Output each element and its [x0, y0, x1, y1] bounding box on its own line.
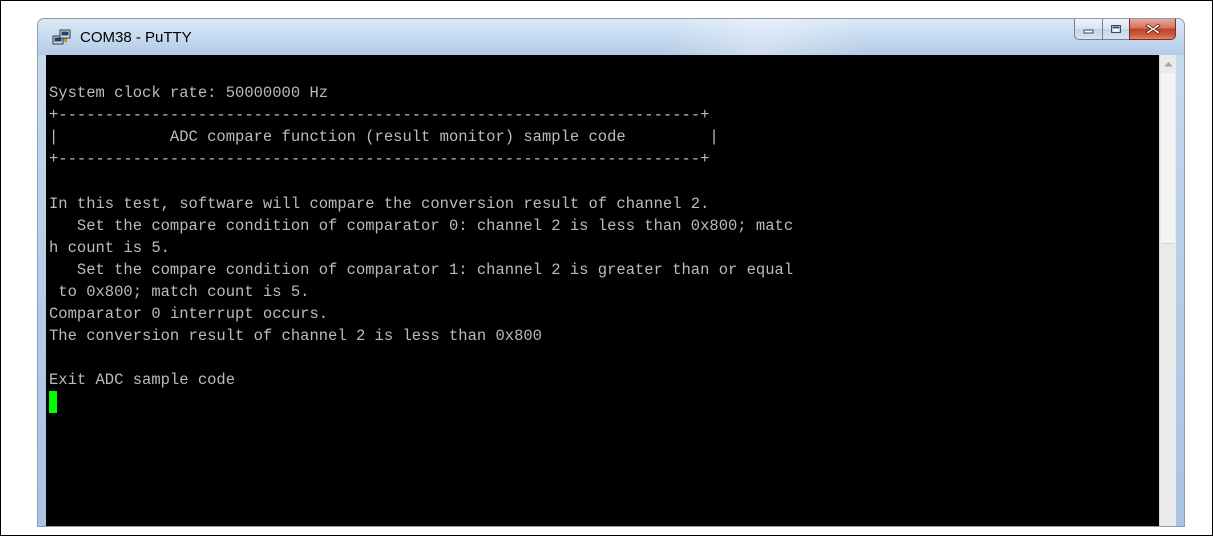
putty-window: COM38 - PuTTY System clock rate: 5000000…: [37, 18, 1185, 527]
terminal-line: In this test, software will compare the …: [49, 194, 710, 213]
terminal-line: to 0x800; match count is 5.: [49, 282, 310, 301]
terminal-line: | ADC compare function (result monitor) …: [49, 128, 719, 147]
terminal-line: The conversion result of channel 2 is le…: [49, 327, 542, 346]
maximize-icon: [1111, 25, 1121, 33]
vertical-scrollbar[interactable]: [1159, 55, 1176, 526]
maximize-button[interactable]: [1102, 19, 1129, 40]
terminal-line: Set the compare condition of comparator …: [49, 216, 794, 235]
client-area: System clock rate: 50000000 Hz +--------…: [46, 55, 1176, 526]
title-bar[interactable]: COM38 - PuTTY: [38, 19, 1184, 55]
terminal-cursor: [49, 391, 57, 414]
putty-icon: [52, 29, 71, 45]
terminal-line: +---------------------------------------…: [49, 106, 710, 125]
terminal-line: Exit ADC sample code: [49, 371, 236, 390]
close-button[interactable]: [1129, 19, 1176, 40]
terminal-line: +---------------------------------------…: [49, 150, 710, 169]
window-controls: [1074, 19, 1176, 41]
figure-frame: COM38 - PuTTY System clock rate: 5000000…: [0, 0, 1213, 536]
terminal-line: h count is 5.: [49, 238, 170, 257]
terminal-line: Set the compare condition of comparator …: [49, 260, 794, 279]
minimize-icon: [1083, 29, 1093, 34]
minimize-button[interactable]: [1074, 19, 1102, 40]
terminal-output[interactable]: System clock rate: 50000000 Hz +--------…: [46, 55, 1159, 526]
terminal-line: Comparator 0 interrupt occurs.: [49, 305, 329, 324]
close-icon: [1144, 23, 1161, 35]
terminal-line: System clock rate: 50000000 Hz: [49, 84, 329, 103]
scroll-up-arrow-icon: [1164, 61, 1172, 66]
cursor-line: [49, 391, 1159, 414]
scroll-up-button[interactable]: [1160, 55, 1176, 72]
window-title: COM38 - PuTTY: [80, 29, 192, 46]
scroll-thumb[interactable]: [1161, 73, 1175, 244]
